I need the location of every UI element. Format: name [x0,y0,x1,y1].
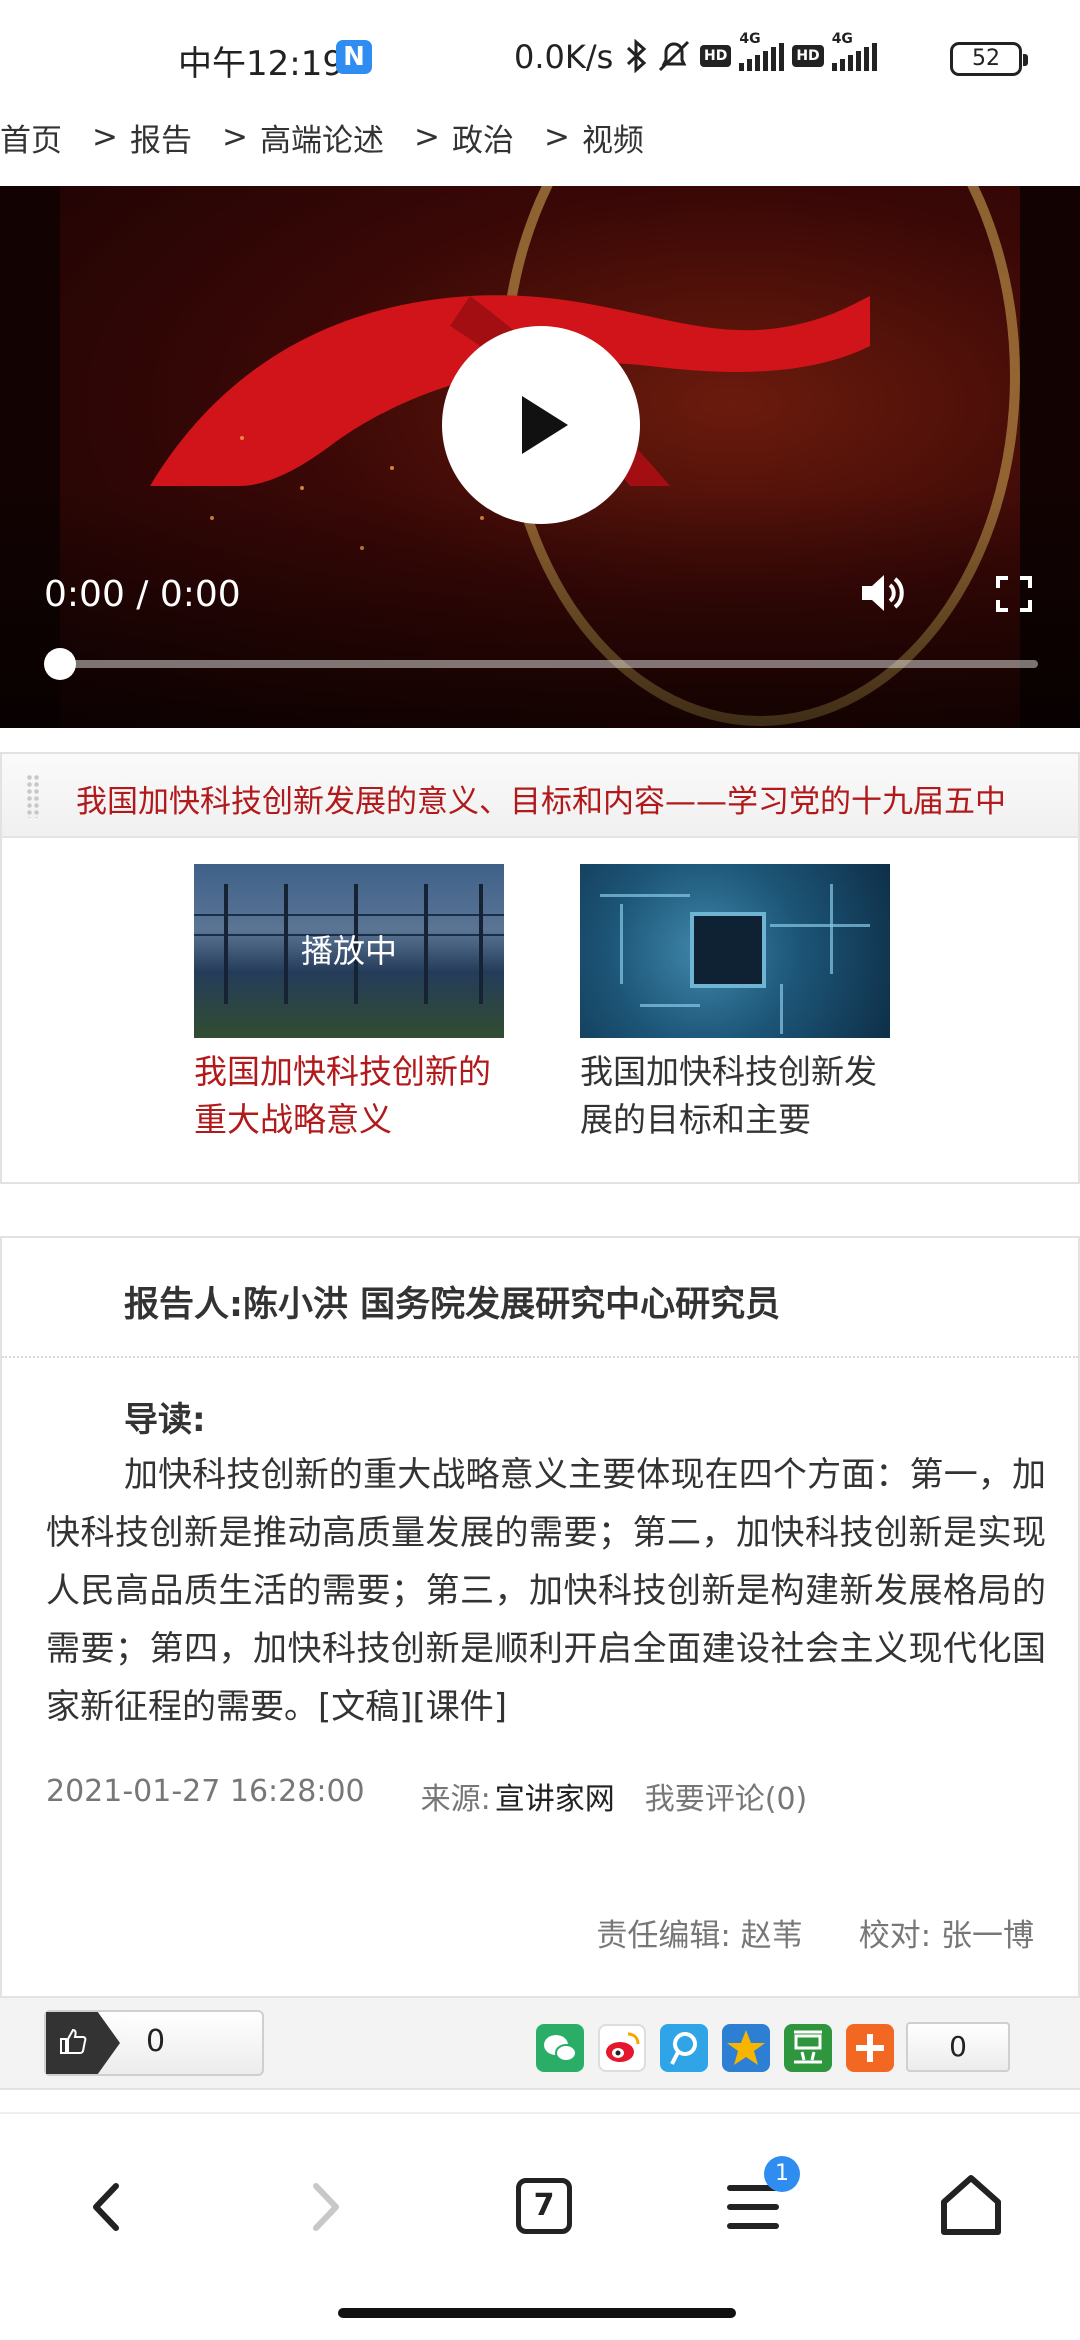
breadcrumb: 首页 > 报告 > 高端论述 > 政治 > 视频 [0,112,656,162]
forward-button[interactable] [280,2162,370,2252]
editor-credits: 责任编辑: 赵苇 校对: 张一博 [596,1910,1034,1955]
share-icons [536,2024,894,2072]
publish-date: 2021-01-27 16:28:00 [46,1774,365,1809]
reporter-line: 报告人:陈小洪 国务院发展研究中心研究员 [124,1285,781,1325]
playlist-item-title[interactable]: 我国加快科技创新发展的目标和主要 [580,1048,890,1144]
circuit-chip [690,912,766,988]
lead-text: 加快科技创新的重大战略意义主要体现在四个方面：第一，加快科技创新是推动高质量发展… [46,1455,1046,1727]
lead-label: 导读: [124,1400,206,1440]
proofreader: 校对: 张一博 [858,1918,1034,1954]
status-time: 中午12:19 [178,44,344,84]
article-panel: 报告人:陈小洪 国务院发展研究中心研究员 导读: 加快科技创新的重大战略意义主要… [0,1236,1080,2090]
video-time: 0:00 / 0:00 [44,574,241,615]
network-speed: 0.0K/s [514,38,614,76]
menu-button[interactable]: 1 [710,2156,800,2252]
tencent-weibo-icon[interactable] [660,2024,708,2072]
playlist-thumbnail[interactable] [580,864,890,1038]
tab-count: 7 [516,2178,572,2234]
comment-link[interactable]: 我要评论(0) [645,1774,808,1818]
like-button[interactable]: 0 [44,2010,264,2076]
mute-bell-icon [658,40,690,72]
weibo-icon[interactable] [598,2024,646,2072]
home-indicator[interactable] [338,2308,736,2318]
menu-badge: 1 [764,2156,800,2192]
breadcrumb-separator: > [413,119,440,155]
article-meta: 2021-01-27 16:28:00 来源: 宣讲家网 我要评论(0) [46,1774,807,1818]
breadcrumb-separator: > [92,119,118,155]
play-icon [522,396,568,454]
breadcrumb-politics[interactable]: 政治 [452,115,514,160]
douban-icon[interactable] [784,2024,832,2072]
source-link[interactable]: 宣讲家网 [495,1774,615,1818]
thumbs-up-icon [60,2028,87,2054]
playlist-item-2[interactable]: 我国加快科技创新发展的目标和主要 [580,864,890,1144]
source-label: 来源: [420,1782,491,1817]
hd-icon: HD [700,45,732,67]
breadcrumb-home[interactable]: 首页 [0,115,62,160]
battery-icon: 52 [950,42,1028,76]
bluetooth-icon [626,39,647,73]
video-progress-bar[interactable] [60,660,1038,668]
status-icons: HD 4G HD 4G [626,31,877,76]
back-button[interactable] [62,2162,152,2252]
video-player[interactable]: 0:00 / 0:00 [0,186,1080,728]
more-share-icon[interactable] [846,2024,894,2072]
wechat-icon[interactable] [536,2024,584,2072]
network-type-label: 4G [739,31,761,47]
status-bar: 中午12:19 N 0.0K/s HD 4G HD 4G 52 [0,0,1080,118]
now-playing-label: 播放中 [194,864,504,1038]
breadcrumb-high-end-discourse[interactable]: 高端论述 [260,115,384,160]
home-button[interactable] [926,2162,1016,2252]
breadcrumb-video[interactable]: 视频 [582,115,644,160]
playlist-thumbnail[interactable]: 播放中 [194,864,504,1038]
volume-icon[interactable] [860,572,906,614]
video-progress-knob[interactable] [44,648,76,680]
playlist-item-title[interactable]: 我国加快科技创新的重大战略意义 [194,1048,504,1144]
playlist-item-1[interactable]: 播放中 我国加快科技创新的重大战略意义 [194,864,504,1144]
tabs-button[interactable]: 7 [494,2162,584,2252]
home-icon [941,2175,1001,2235]
notification-app-icon: N [336,40,372,74]
network-type-label-2: 4G [831,31,853,47]
browser-nav-bar: 7 1 [0,2112,1080,2340]
playlist-title: 我国加快科技创新发展的意义、目标和内容——学习党的十九届五中 [76,784,1006,820]
share-bar: 0 0 [0,1996,1080,2090]
breadcrumb-separator: > [221,119,248,155]
playlist-header: 我国加快科技创新发展的意义、目标和内容——学习党的十九届五中 [2,754,1078,838]
dotted-divider [2,1356,1078,1358]
playlist-panel: 我国加快科技创新发展的意义、目标和内容——学习党的十九届五中 播放中 我国加快科… [0,752,1080,1184]
breadcrumb-reports[interactable]: 报告 [130,115,192,160]
fullscreen-icon[interactable] [996,576,1032,612]
drag-grip-icon [26,774,40,818]
signal-2-icon: 4G [831,31,877,71]
hd-icon-2: HD [792,45,824,67]
chevron-right-icon [313,2183,339,2231]
like-count: 0 [146,2024,166,2059]
share-count: 0 [906,2022,1010,2072]
responsible-editor: 责任编辑: 赵苇 [596,1918,803,1954]
breadcrumb-separator: > [543,119,570,155]
like-tag [46,2012,120,2074]
chevron-left-icon [93,2183,119,2231]
play-button[interactable] [442,326,640,524]
signal-1-icon: 4G [739,31,785,71]
qzone-icon[interactable] [722,2024,770,2072]
